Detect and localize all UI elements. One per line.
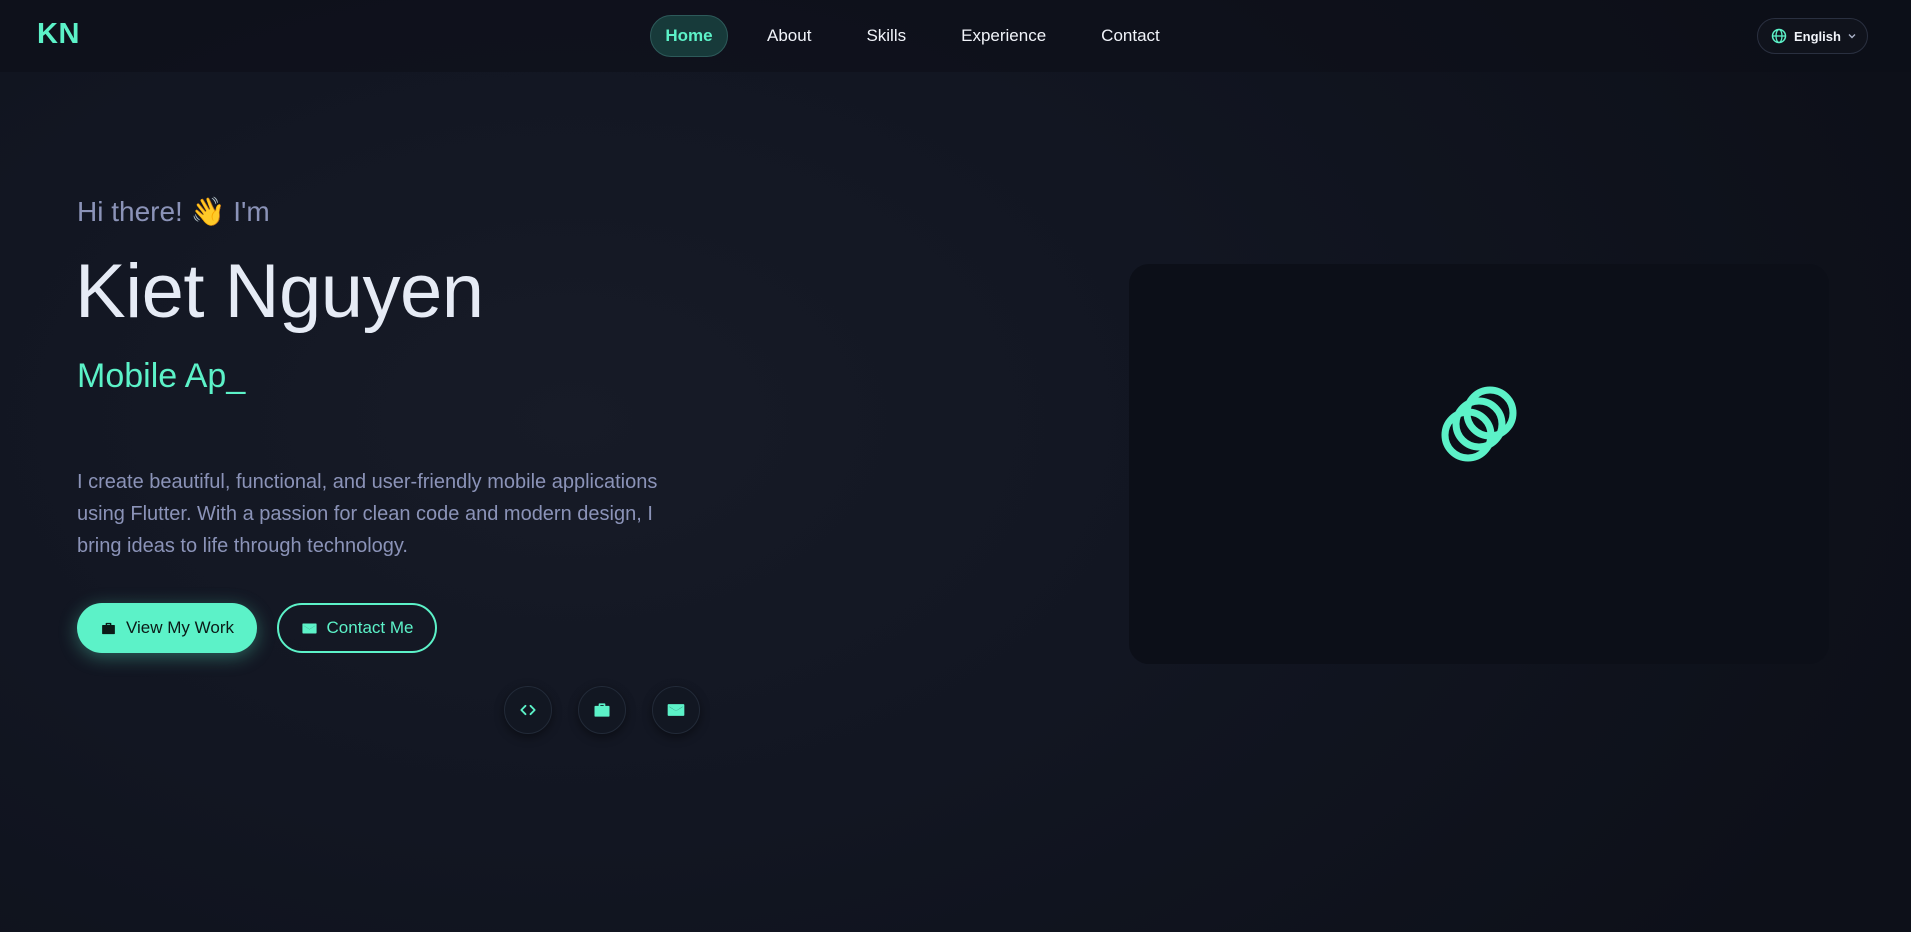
mail-icon (667, 704, 685, 716)
view-my-work-button[interactable]: View My Work (77, 603, 257, 653)
hero-role-typing: Mobile Ap_ (77, 357, 246, 395)
nav-experience[interactable]: Experience (945, 15, 1062, 57)
contact-me-label: Contact Me (326, 618, 414, 637)
chevron-down-icon (1848, 34, 1856, 39)
code-icon (520, 704, 536, 716)
nav-contact[interactable]: Contact (1085, 15, 1176, 57)
nav-skills[interactable]: Skills (850, 15, 922, 57)
briefcase-icon (102, 622, 115, 634)
mail-icon (301, 623, 317, 633)
globe-icon (1771, 28, 1787, 44)
nav-about[interactable]: About (751, 15, 827, 57)
social-portfolio-button[interactable] (578, 686, 626, 734)
briefcase-icon (594, 703, 610, 717)
language-label: English (1794, 28, 1841, 44)
hero-description: I create beautiful, functional, and user… (77, 471, 658, 557)
hero-greeting: Hi there! 👋 I'm (77, 196, 270, 227)
social-code-button[interactable] (504, 686, 552, 734)
top-navbar: KN Home About Skills Experience Contact … (0, 0, 1911, 72)
logo[interactable]: KN (37, 18, 80, 51)
view-my-work-label: View My Work (125, 618, 234, 637)
hero-name: Kiet Nguyen (75, 249, 484, 334)
hero-media-card (1129, 264, 1829, 664)
nav-home[interactable]: Home (650, 15, 728, 57)
main-menu: Home About Skills Experience Contact (650, 15, 1199, 57)
social-email-button[interactable] (652, 686, 700, 734)
language-selector[interactable]: English (1757, 18, 1868, 54)
loading-rings-icon (1441, 386, 1517, 462)
contact-me-button[interactable]: Contact Me (277, 603, 437, 653)
